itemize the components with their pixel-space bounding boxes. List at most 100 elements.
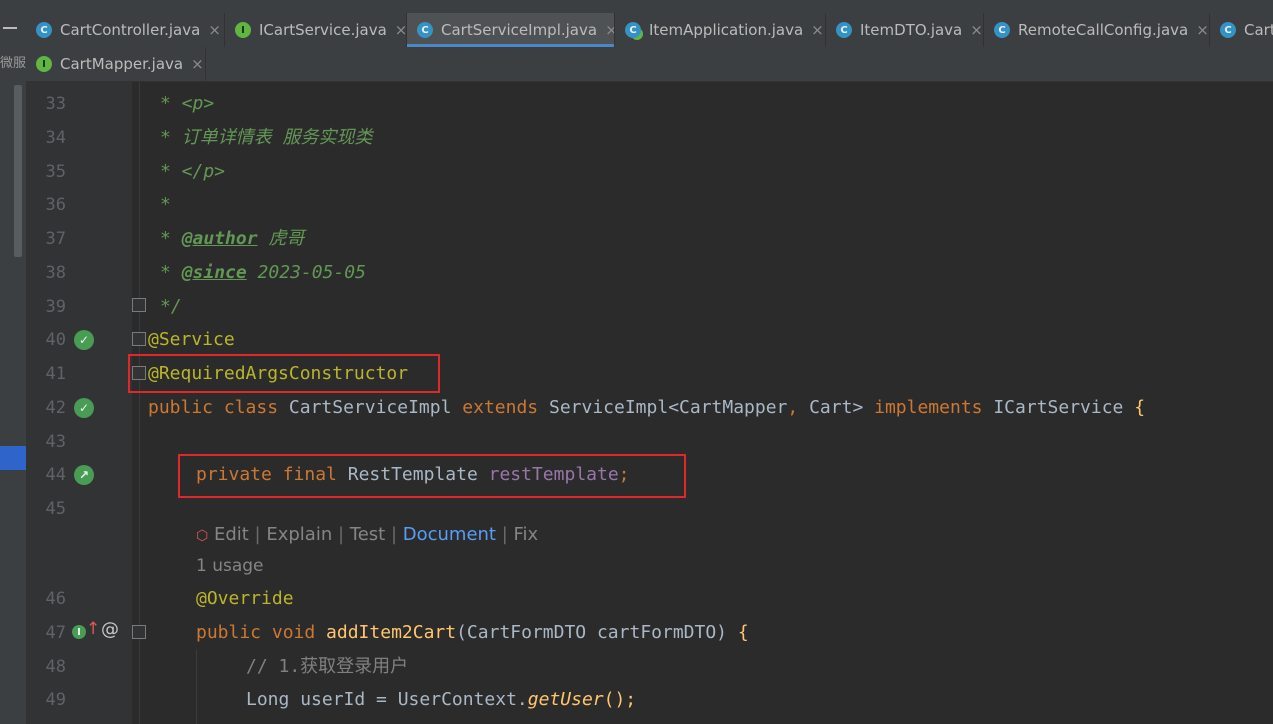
line-number: 43: [45, 432, 66, 452]
line-number: 46: [45, 589, 66, 609]
fix-hint-link[interactable]: Fix: [514, 524, 539, 545]
call-parens: ();: [603, 689, 637, 710]
code-line-40[interactable]: @Service: [148, 323, 235, 357]
tab-label: CartMapper.java: [60, 55, 184, 73]
implemented-icon[interactable]: ✓: [74, 398, 94, 418]
class-file-icon: C: [994, 22, 1010, 38]
javadoc-tag: @since: [181, 262, 247, 283]
code-line-33[interactable]: * <p>: [160, 87, 214, 121]
annotation-at-icon[interactable]: @: [101, 619, 119, 640]
fold-marker-icon[interactable]: [132, 298, 146, 312]
ai-assistant-icon[interactable]: ⬡: [196, 528, 208, 544]
close-icon[interactable]: ×: [970, 21, 983, 39]
line-number: 44: [45, 465, 66, 485]
code-line-38[interactable]: * @since 2023-05-05: [160, 256, 366, 290]
code-line-42[interactable]: public class CartServiceImpl extends Ser…: [148, 391, 1145, 425]
line-number: 38: [45, 263, 66, 283]
line-number: 48: [45, 657, 66, 677]
line-number: 35: [45, 162, 66, 182]
navigate-bean-icon[interactable]: ↗: [74, 465, 94, 485]
close-icon[interactable]: ×: [191, 55, 204, 73]
keyword: public: [196, 622, 272, 643]
override-icon[interactable]: I: [72, 625, 86, 639]
test-hint-link[interactable]: Test: [350, 524, 385, 545]
method-call: getUser: [527, 689, 604, 710]
keyword: class: [213, 397, 289, 418]
class-name: CartServiceImpl: [288, 397, 463, 418]
hint-separator: |: [332, 524, 350, 545]
comment-star: *: [160, 262, 182, 283]
override-arrow-icon[interactable]: ↑: [86, 619, 100, 639]
line-number: 39: [45, 297, 66, 317]
code-line-35[interactable]: * </p>: [160, 155, 225, 189]
code-line-39[interactable]: */: [160, 290, 182, 324]
parameters: (CartFormDTO cartFormDTO): [456, 622, 738, 643]
tab-label: CartController.java: [60, 21, 201, 39]
spring-app-file-icon: C: [625, 22, 641, 38]
comment-star: *: [160, 228, 182, 249]
tab-cartmapper[interactable]: I CartMapper.java ×: [26, 47, 206, 81]
tab-cartserviceimpl[interactable]: C CartServiceImpl.java ×: [407, 13, 615, 47]
type-name: Cart>: [809, 397, 875, 418]
close-icon[interactable]: ×: [208, 21, 221, 39]
explain-hint-link[interactable]: Explain: [266, 524, 332, 545]
javadoc-text: 虎哥: [257, 228, 305, 249]
keyword: extends: [462, 397, 549, 418]
keyword: implements: [874, 397, 994, 418]
line-number: 45: [45, 499, 66, 519]
keyword: void: [271, 622, 327, 643]
method-name: addItem2Cart: [326, 622, 457, 643]
edit-hint-link[interactable]: Edit: [214, 524, 249, 545]
implemented-icon[interactable]: ✓: [74, 330, 94, 350]
tab-remotecallconfig[interactable]: C RemoteCallConfig.java ×: [984, 13, 1210, 47]
tab-cartcontroller[interactable]: C CartController.java ×: [26, 13, 225, 47]
code-line-46[interactable]: @Override: [196, 582, 294, 616]
brace: {: [737, 622, 749, 643]
interface-file-icon: I: [36, 56, 52, 72]
tab-label: ItemDTO.java: [860, 21, 963, 39]
keyword: public: [148, 397, 214, 418]
code-line-47[interactable]: public void addItem2Cart(CartFormDTO car…: [196, 616, 749, 650]
close-icon[interactable]: ×: [395, 21, 406, 39]
close-icon[interactable]: ×: [605, 21, 614, 39]
code-line-49[interactable]: Long userId = UserContext.getUser();: [246, 683, 636, 717]
hint-separator: |: [385, 524, 403, 545]
fold-marker-icon[interactable]: [132, 332, 146, 346]
tab-itemdto[interactable]: C ItemDTO.java ×: [826, 13, 984, 47]
class-file-icon: C: [36, 22, 52, 38]
code-line-36[interactable]: *: [160, 188, 171, 222]
project-label[interactable]: 微服: [0, 52, 26, 71]
tab-itemapplication[interactable]: C ItemApplication.java ×: [615, 13, 826, 47]
close-icon[interactable]: ×: [1196, 21, 1209, 39]
document-hint-link[interactable]: Document: [403, 524, 496, 545]
minimize-icon[interactable]: [3, 27, 17, 29]
expression: userId = UserContext.: [300, 689, 528, 710]
javadoc-text: 2023-05-05: [246, 262, 366, 283]
tab-cart[interactable]: C Cart: [1210, 13, 1273, 47]
brace: {: [1134, 397, 1146, 418]
class-file-icon: C: [836, 22, 852, 38]
type-name: ICartService: [993, 397, 1135, 418]
code-line-34[interactable]: * 订单详情表 服务实现类: [160, 121, 373, 155]
usage-count-link[interactable]: 1 usage: [196, 551, 264, 581]
fold-marker-icon[interactable]: [132, 625, 146, 639]
code-line-37[interactable]: * @author 虎哥: [160, 222, 304, 256]
line-number: 36: [45, 195, 66, 215]
tab-label: ICartService.java: [259, 21, 387, 39]
tab-icartservice[interactable]: I ICartService.java ×: [225, 13, 407, 47]
line-number: 47: [45, 623, 66, 643]
code-line-48[interactable]: // 1.获取登录用户: [246, 650, 408, 684]
project-tool-strip: 微服: [0, 0, 27, 724]
line-number: 42: [45, 398, 66, 418]
line-number: 33: [45, 94, 66, 114]
project-scrollbar[interactable]: [14, 85, 22, 257]
punctuation: ,: [787, 397, 810, 418]
project-selected-row[interactable]: [0, 446, 26, 470]
class-file-icon: C: [1220, 22, 1236, 38]
close-icon[interactable]: ×: [811, 21, 824, 39]
tab-label: Cart: [1244, 21, 1273, 39]
line-number: 49: [45, 690, 66, 710]
tab-label: RemoteCallConfig.java: [1018, 21, 1189, 39]
hint-separator: |: [248, 524, 267, 545]
tab-label: CartServiceImpl.java: [441, 21, 598, 39]
